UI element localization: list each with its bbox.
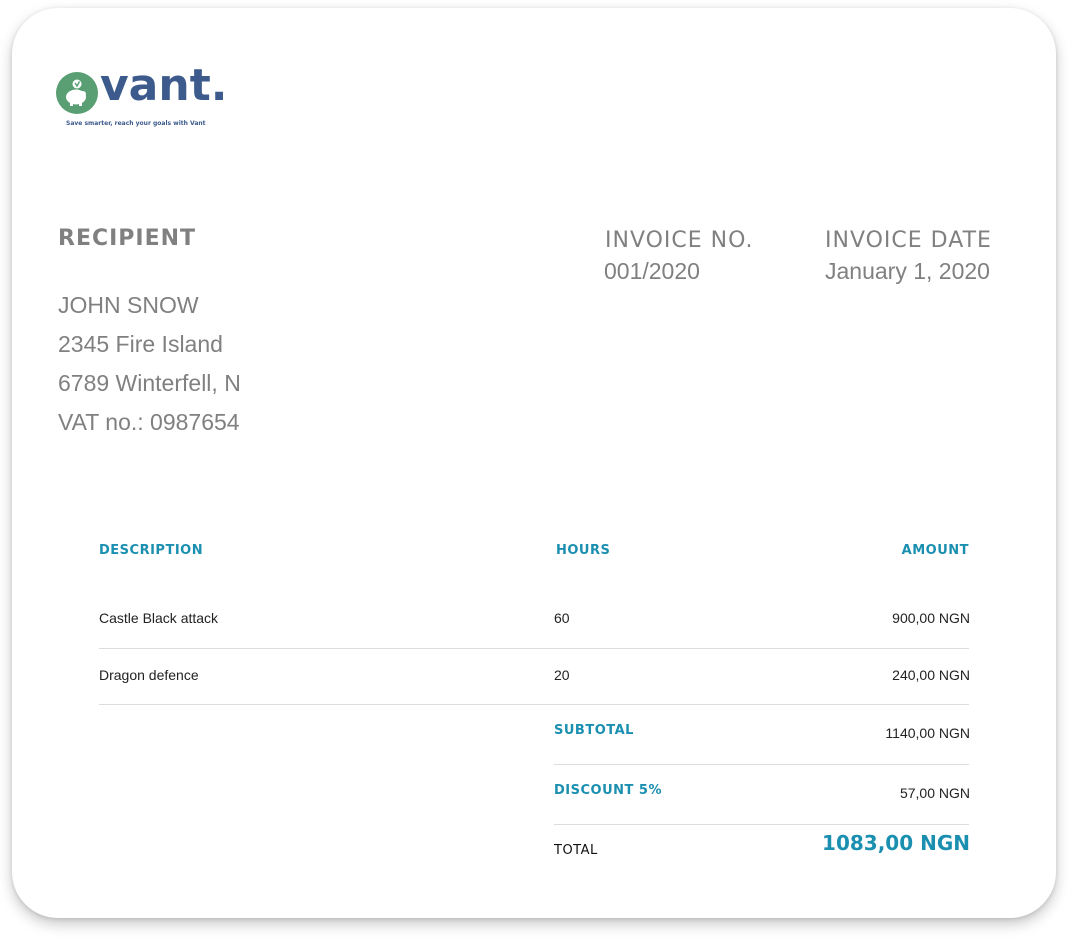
recipient-address-line-1: 2345 Fire Island [58,331,223,357]
column-header-amount: AMOUNT [901,543,969,558]
row-amount: 240,00 NGN [892,667,970,683]
recipient-heading: RECIPIENT [58,226,197,251]
row-divider [99,648,969,649]
brand-name: vant. [100,60,228,111]
total-value: 1083,00 NGN [822,831,970,855]
summary-divider [554,764,969,765]
brand-tagline: Save smarter, reach your goals with Vant [66,120,206,127]
recipient-name: JOHN SNOW [58,292,199,318]
row-description: Dragon defence [99,667,199,683]
summary-divider [554,824,969,825]
vant-logo: vant. Save smarter, reach your goals wit… [56,60,256,130]
discount-value: 57,00 NGN [899,785,970,801]
discount-label: DISCOUNT 5% [554,783,662,798]
row-description: Castle Black attack [99,610,219,626]
row-amount: 900,00 NGN [892,610,970,626]
piggy-bank-icon [56,72,98,114]
recipient-details: JOHN SNOW 2345 Fire Island 6789 Winterfe… [58,286,241,442]
invoice-number: 001/2020 [604,258,700,284]
row-hours: 60 [554,610,570,626]
invoice-date: January 1, 2020 [825,258,990,284]
total-label: TOTAL [554,843,598,858]
column-header-description: DESCRIPTION [99,543,204,558]
column-header-hours: HOURS [556,543,611,558]
row-hours: 20 [554,667,570,683]
recipient-vat: VAT no.: 0987654 [58,409,240,435]
row-divider [99,704,969,705]
invoice-date-label: INVOICE DATE [825,228,992,253]
recipient-address-line-2: 6789 Winterfell, N [58,370,241,396]
invoice-card: vant. Save smarter, reach your goals wit… [12,8,1056,918]
subtotal-label: SUBTOTAL [554,723,634,738]
subtotal-value: 1140,00 NGN [885,725,970,741]
invoice-number-label: INVOICE NO. [605,228,754,253]
